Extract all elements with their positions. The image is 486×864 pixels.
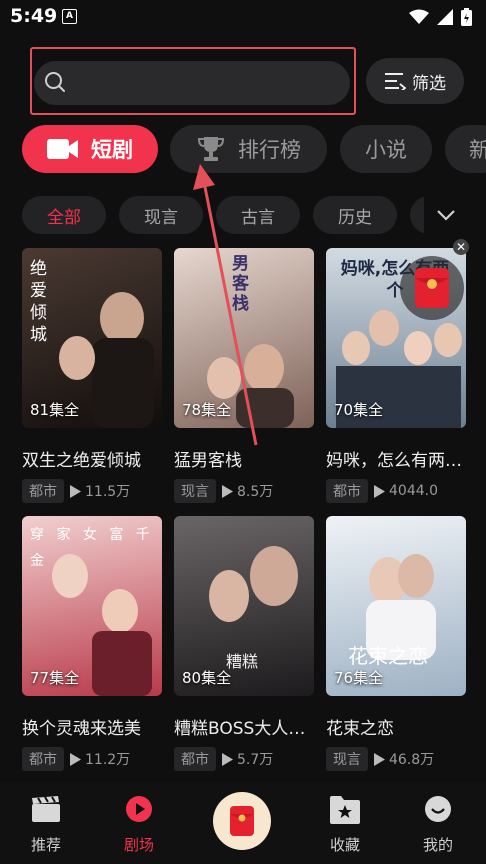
annotation-highlight-box: [30, 47, 356, 115]
drama-card[interactable]: 穿 家 女 富 千 金 77集全 换个灵魂来选美 都市 11.2万: [22, 516, 162, 771]
drama-title: 妈咪，怎么有两个爹地: [326, 451, 466, 471]
drama-card[interactable]: 花束之恋 76集全 花束之恋 现言 46.8万: [326, 516, 466, 771]
drama-poster: 花束之恋 76集全: [326, 516, 466, 696]
tab-novel[interactable]: 小说: [340, 125, 432, 173]
drama-card[interactable]: 绝爱倾城 81集全 双生之绝爱倾城 都市 11.5万: [22, 248, 162, 503]
notification-icon: A: [62, 9, 77, 24]
drama-tag: 都市: [22, 479, 64, 503]
filter-button[interactable]: 筛选: [366, 58, 464, 104]
view-count: 11.2万: [70, 749, 130, 769]
drama-tag: 现言: [326, 747, 368, 771]
play-icon: [70, 484, 81, 498]
poster-title-art: 穿 家 女 富 千 金: [30, 527, 154, 569]
view-count: 4044.0: [374, 483, 438, 499]
drama-title: 花束之恋: [326, 719, 394, 739]
drama-tag: 都市: [22, 747, 64, 771]
drama-tag: 都市: [326, 479, 368, 503]
bookmark-star-icon: [330, 796, 360, 824]
genre-history[interactable]: 历史: [313, 196, 397, 234]
play-icon: [222, 752, 233, 766]
chevron-down-icon: [437, 210, 455, 221]
status-bar: 5:49 A: [0, 0, 486, 34]
signal-icon: [437, 9, 453, 25]
battery-icon: [461, 8, 472, 26]
episode-count: 80集全: [182, 669, 232, 687]
genre-label: 历史: [338, 207, 372, 228]
view-count: 11.5万: [70, 481, 130, 501]
nav-label: 我的: [422, 836, 453, 854]
filter-label: 筛选: [412, 73, 446, 94]
drama-card[interactable]: 妈咪,怎么有两个 70集全 妈咪，怎么有两个爹地 都市 4044.0: [326, 248, 466, 503]
play-icon: [70, 752, 81, 766]
expand-genres-button[interactable]: [424, 196, 468, 234]
bottom-nav: 推荐 剧场 收藏 我的: [0, 782, 486, 864]
close-icon[interactable]: ✕: [453, 239, 469, 255]
play-circle-icon: [126, 796, 152, 822]
wifi-icon: [409, 9, 429, 24]
nav-label: 收藏: [329, 836, 360, 854]
genre-label: 全部: [47, 207, 81, 228]
episode-count: 76集全: [334, 669, 384, 687]
annotation-arrow: [193, 164, 258, 446]
drama-title: 双生之绝爱倾城: [22, 451, 141, 471]
filter-icon: [385, 73, 406, 90]
tab-label: 新: [469, 138, 486, 162]
red-envelope-icon: [415, 268, 449, 308]
drama-poster: 绝爱倾城 81集全: [22, 248, 162, 428]
clapperboard-icon: [32, 796, 60, 822]
floating-red-envelope-button[interactable]: [400, 256, 464, 320]
drama-poster: 糟糕 80集全: [174, 516, 314, 696]
play-icon: [374, 752, 385, 766]
view-count: 5.7万: [222, 749, 273, 769]
episode-count: 81集全: [30, 401, 80, 419]
drama-tag: 都市: [174, 747, 216, 771]
episode-count: 77集全: [30, 669, 80, 687]
genre-label: 现言: [144, 207, 178, 228]
drama-title: 换个灵魂来选美: [22, 719, 141, 739]
tab-label: 小说: [365, 138, 407, 162]
nav-label: 推荐: [30, 836, 61, 854]
view-count: 46.8万: [374, 749, 434, 769]
drama-tag: 现言: [174, 479, 216, 503]
tab-new[interactable]: 新: [445, 125, 486, 173]
poster-title-art: 绝爱倾城: [30, 259, 47, 345]
trophy-icon: [197, 137, 225, 161]
play-icon: [374, 484, 385, 498]
nav-label: 剧场: [123, 836, 154, 854]
play-icon: [222, 484, 233, 498]
drama-title: 糟糕BOSS大人要娶我: [174, 719, 314, 739]
tab-short-drama[interactable]: 短剧: [22, 125, 158, 173]
drama-poster: 穿 家 女 富 千 金 77集全: [22, 516, 162, 696]
drama-card[interactable]: 糟糕 80集全 糟糕BOSS大人要娶我 都市 5.7万: [174, 516, 314, 771]
smile-face-icon: [425, 796, 451, 822]
status-time: 5:49: [10, 5, 58, 27]
tab-label: 短剧: [91, 138, 133, 162]
genre-all[interactable]: 全部: [22, 196, 106, 234]
video-camera-icon: [47, 139, 78, 159]
poster-title-art: 花束之恋: [348, 644, 428, 668]
status-icons: [409, 7, 472, 27]
view-count: 8.5万: [222, 481, 273, 501]
drama-poster: 妈咪,怎么有两个 70集全: [326, 248, 466, 428]
episode-count: 70集全: [334, 401, 384, 419]
red-envelope-icon: [230, 806, 254, 836]
